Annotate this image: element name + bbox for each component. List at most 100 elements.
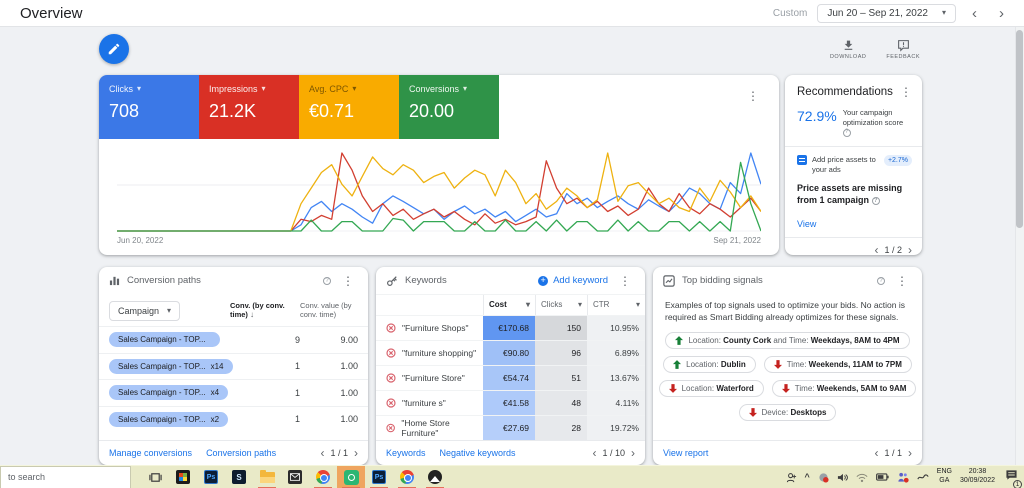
pager-prev-button[interactable]: ‹	[592, 447, 596, 459]
metric-impressions[interactable]: Impressions▾ 21.2K	[199, 75, 299, 139]
notification-center-button[interactable]: 1	[1005, 468, 1018, 486]
pager-prev-button[interactable]: ‹	[874, 244, 878, 256]
col-conv-header[interactable]: Conv. (by conv. time) ↓	[230, 301, 292, 320]
help-icon[interactable]: ?	[843, 129, 851, 137]
speaker-icon	[837, 472, 848, 483]
chevron-down-icon: ▾	[526, 301, 530, 309]
conversion-paths-card: Conversion paths ? ⋮ Campaign ▾ Conv. (b…	[99, 267, 368, 465]
time-value: 20:38	[960, 468, 995, 477]
taskbar-apps: Ps S Ps	[141, 466, 449, 488]
add-keyword-button[interactable]: + Add keyword	[538, 275, 608, 286]
table-row: "Furniture Shops" €170.68 150 10.95%	[376, 315, 645, 340]
task-view-button[interactable]	[141, 466, 169, 488]
recommendations-pager: ‹ 1 / 2 ›	[874, 244, 912, 256]
date-range-value: Jun 20 – Sep 21, 2022	[827, 8, 928, 19]
chrome-icon	[316, 470, 330, 484]
recommendation-item[interactable]: Add price assets to your ads +2.7%	[785, 147, 922, 175]
pager-value: 1 / 10	[602, 448, 625, 458]
pager-next-button[interactable]: ›	[631, 447, 635, 459]
photoshop-icon: Ps	[372, 470, 386, 484]
date-range-picker[interactable]: Jun 20 – Sep 21, 2022 ▾	[817, 4, 956, 23]
battery-button[interactable]	[876, 472, 889, 482]
help-icon[interactable]: ?	[323, 277, 331, 285]
table-row: "furniture shopping" €90.80 96 6.89%	[376, 340, 645, 365]
chevron-down-icon: ▾	[463, 85, 467, 93]
keywords-link[interactable]: Keywords	[386, 448, 426, 458]
tray-chrome-icon	[818, 472, 829, 483]
manage-conversions-link[interactable]: Manage conversions	[109, 448, 192, 458]
feedback-button[interactable]: FEEDBACK	[886, 39, 920, 60]
bidding-signals-menu-button[interactable]: ⋮	[892, 273, 912, 289]
negative-keywords-link[interactable]: Negative keywords	[440, 448, 516, 458]
tray-chrome-button[interactable]	[818, 472, 829, 483]
table-row: Sales Campaign - TOP... 9 9.00	[99, 326, 368, 353]
pager-value: 1 / 1	[330, 448, 348, 458]
metric-avg-cpc-value: €0.71	[309, 101, 389, 122]
conversion-paths-link[interactable]: Conversion paths	[206, 448, 276, 458]
recommendations-menu-button[interactable]: ⋮	[896, 84, 916, 100]
green-app-icon	[344, 470, 359, 485]
chevron-down-icon: ▾	[352, 85, 356, 93]
previous-range-button[interactable]: ‹	[966, 6, 983, 21]
range-type-label: Custom	[773, 8, 807, 19]
file-explorer-button[interactable]	[253, 466, 281, 488]
taskbar-search-input[interactable]: to search	[0, 466, 131, 488]
chevron-down-icon: ▾	[636, 301, 640, 309]
toolbar-actions: DOWNLOAD FEEDBACK	[830, 39, 920, 60]
metric-clicks[interactable]: Clicks▾ 708	[99, 75, 199, 139]
metric-clicks-value: 708	[109, 101, 189, 122]
chart-menu-button[interactable]: ⋮	[743, 87, 763, 105]
metric-conversions[interactable]: Conversions▾ 20.00	[399, 75, 499, 139]
pager-prev-button[interactable]: ‹	[874, 447, 878, 459]
recommendation-description: Price assets are missing from 1 campaign…	[785, 175, 922, 207]
pager-next-button[interactable]: ›	[908, 447, 912, 459]
network-button[interactable]	[856, 472, 868, 483]
onedrive-button[interactable]	[917, 472, 929, 482]
show-hidden-icons-button[interactable]: ^	[805, 472, 810, 482]
teams-button[interactable]	[897, 471, 909, 483]
clock[interactable]: 20:3830/09/2022	[960, 468, 995, 486]
campaign-chip: Sales Campaign - TOP...	[109, 332, 220, 347]
photos-button[interactable]	[421, 466, 449, 488]
metric-avg-cpc[interactable]: Avg. CPC▾ €0.71	[299, 75, 399, 139]
view-report-link[interactable]: View report	[663, 448, 708, 458]
metric-selector-row: Clicks▾ 708 Impressions▾ 21.2K Avg. CPC▾…	[99, 75, 779, 139]
volume-button[interactable]	[837, 472, 848, 483]
col-cost-header[interactable]: Cost▾	[483, 295, 535, 315]
next-range-button[interactable]: ›	[993, 6, 1010, 21]
chevron-down-icon: ▾	[167, 307, 171, 315]
pager-prev-button[interactable]: ‹	[320, 447, 324, 459]
bidding-signals-pager: ‹ 1 / 1 ›	[874, 447, 912, 459]
chrome-profile-button[interactable]	[393, 466, 421, 488]
conversion-paths-menu-button[interactable]: ⋮	[338, 273, 358, 289]
edit-button[interactable]	[99, 34, 129, 64]
pager-next-button[interactable]: ›	[354, 447, 358, 459]
s-app-button[interactable]: S	[225, 466, 253, 488]
help-icon[interactable]: ?	[872, 197, 880, 205]
scrollbar-thumb[interactable]	[1016, 30, 1023, 228]
dimension-dropdown[interactable]: Campaign ▾	[109, 301, 180, 321]
photos-icon	[428, 470, 442, 484]
download-button[interactable]: DOWNLOAD	[830, 39, 866, 60]
photoshop-2-button[interactable]: Ps	[365, 466, 393, 488]
chrome-button[interactable]	[309, 466, 337, 488]
help-icon[interactable]: ?	[877, 277, 885, 285]
col-ctr-header[interactable]: CTR▾	[587, 295, 645, 315]
col-conv-value-header[interactable]: Conv. value (by conv. time)	[300, 301, 358, 320]
microsoft-store-button[interactable]	[169, 466, 197, 488]
active-app-button[interactable]	[337, 466, 365, 488]
store-icon	[176, 470, 190, 484]
keywords-menu-button[interactable]: ⋮	[615, 273, 635, 289]
photoshop-button[interactable]: Ps	[197, 466, 225, 488]
page-title: Overview	[20, 5, 83, 22]
mail-button[interactable]	[281, 466, 309, 488]
col-clicks-header[interactable]: Clicks▾	[535, 295, 587, 315]
pager-next-button[interactable]: ›	[908, 244, 912, 256]
campaign-chip: Sales Campaign - TOP...x2	[109, 412, 228, 427]
language-indicator[interactable]: ENGGA	[937, 468, 952, 486]
keyword-status-icon	[386, 423, 395, 433]
people-button[interactable]	[786, 472, 797, 483]
view-link[interactable]: View	[785, 207, 922, 237]
conversion-paths-title: Conversion paths	[127, 275, 316, 286]
chart-x-end-label: Sep 21, 2022	[713, 236, 761, 245]
